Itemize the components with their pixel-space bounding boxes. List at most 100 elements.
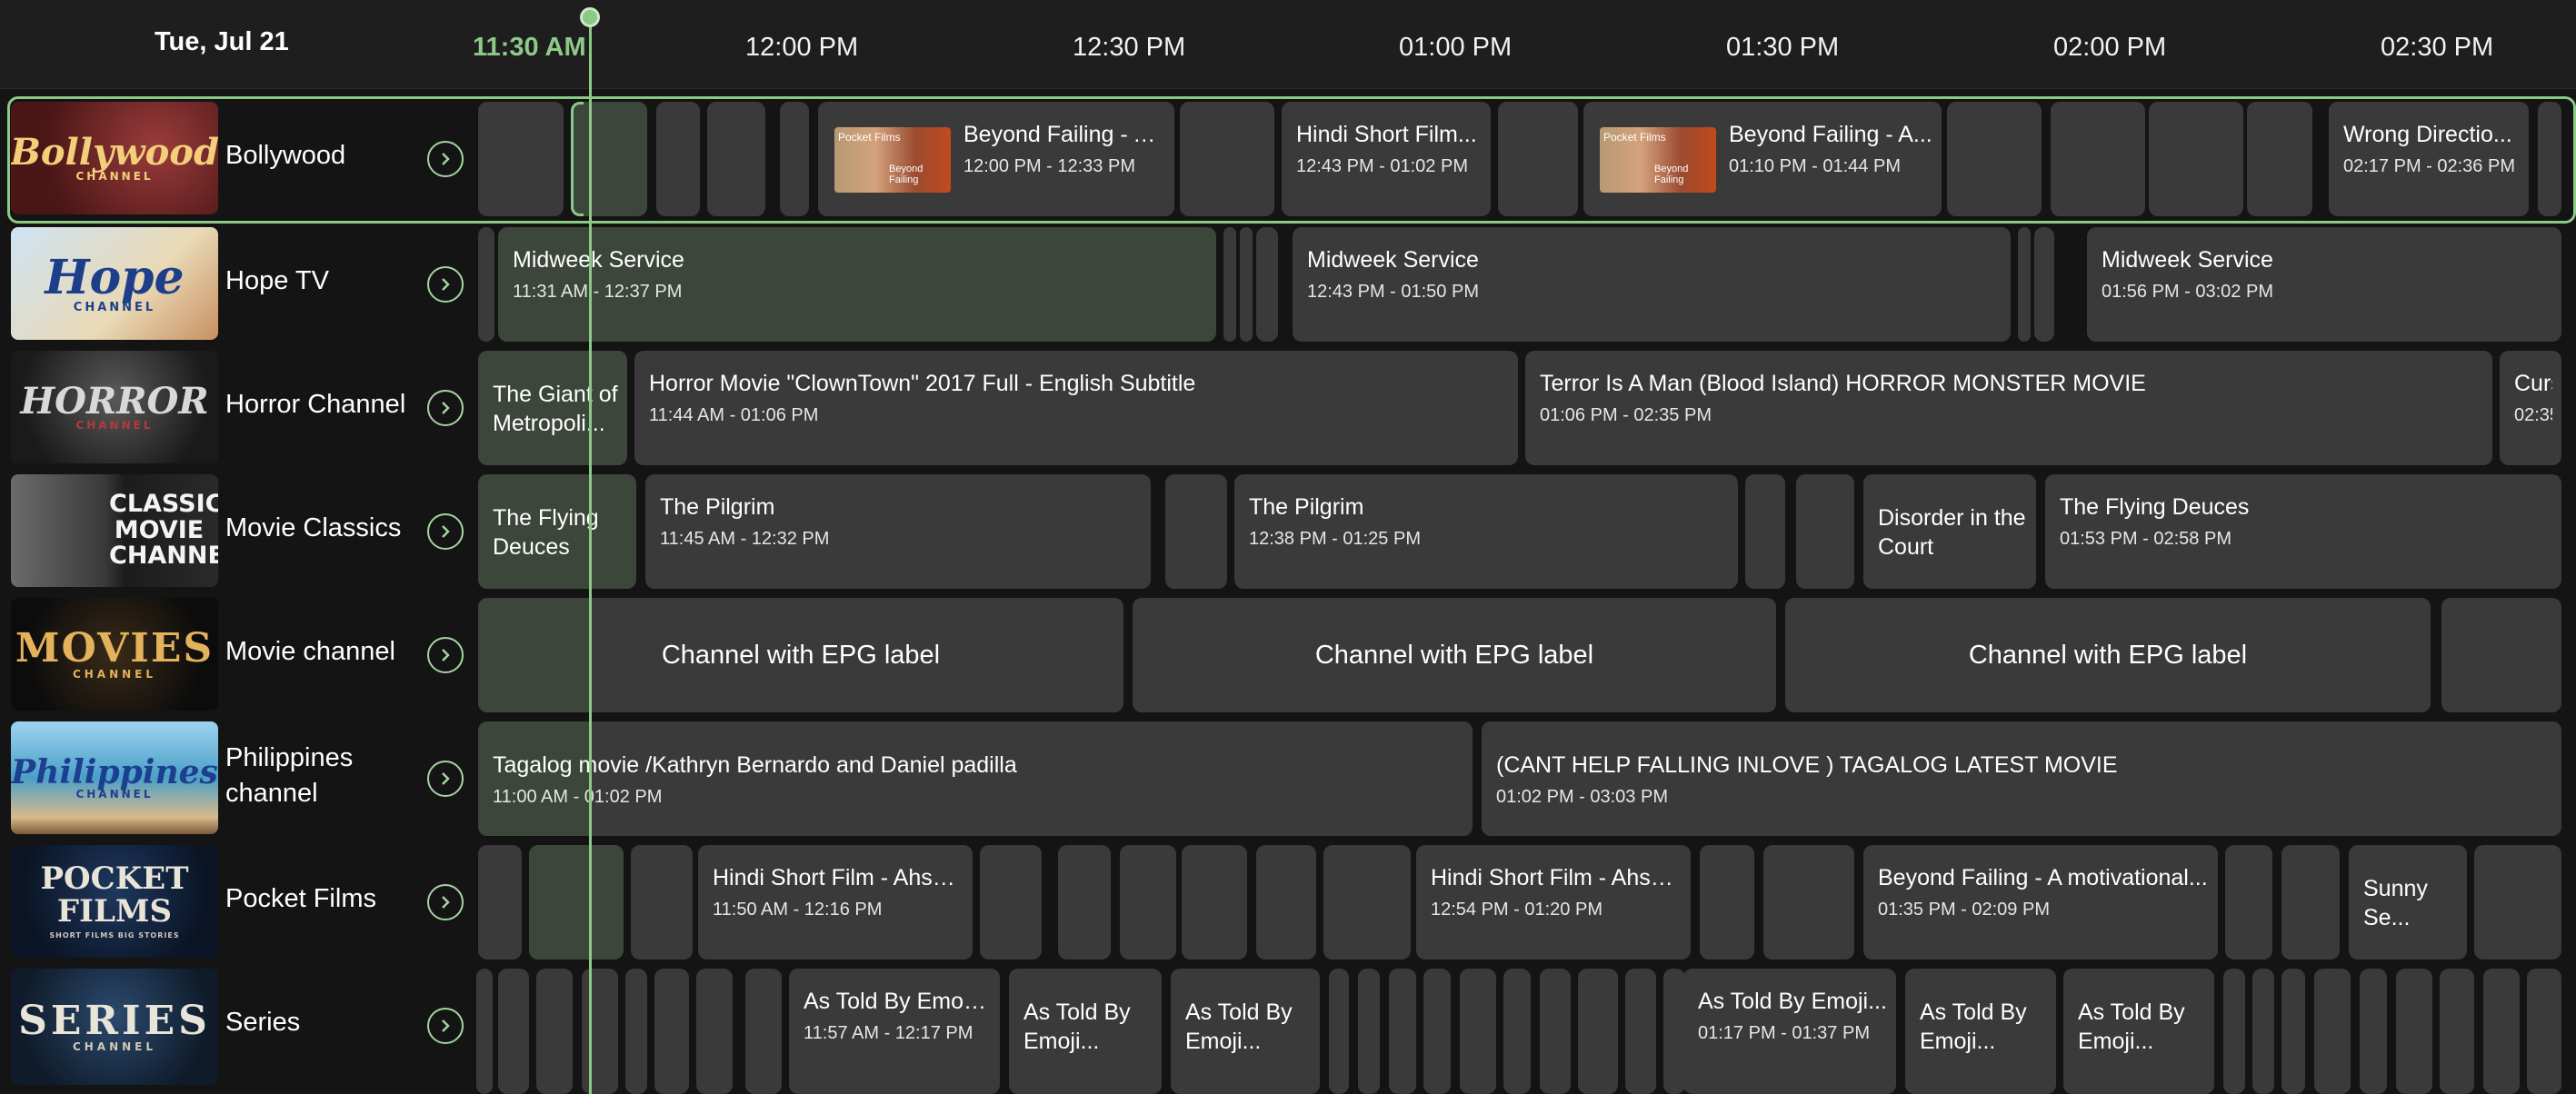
program-cell[interactable]: Disorder in the Court [1863, 474, 2036, 589]
program-cell[interactable]: Beyond Failing - A motivational... 01:35… [1863, 845, 2218, 960]
program-cell[interactable] [2018, 227, 2031, 342]
program-cell[interactable] [2474, 845, 2561, 960]
program-cell[interactable] [1460, 969, 1496, 1094]
program-cell[interactable] [2441, 598, 2561, 712]
chevron-right-icon[interactable] [427, 266, 464, 303]
program-cell[interactable] [1745, 474, 1785, 589]
program-cell[interactable] [2360, 969, 2387, 1094]
program-cell[interactable] [478, 845, 522, 960]
program-cell[interactable] [1329, 969, 1349, 1094]
program-cell[interactable]: The Flying Deuces [478, 474, 636, 589]
program-cell[interactable]: The Pilgrim 12:38 PM - 01:25 PM [1234, 474, 1738, 589]
program-cell[interactable] [1796, 474, 1854, 589]
program-cell[interactable] [536, 969, 573, 1094]
program-cell[interactable] [696, 969, 733, 1094]
program-cell[interactable] [2252, 969, 2274, 1094]
program-cell[interactable] [1358, 969, 1380, 1094]
program-cell[interactable]: Midweek Service 01:56 PM - 03:02 PM [2087, 227, 2561, 342]
program-cell[interactable]: Pocket Films Beyond Failing Beyond Failin… [818, 102, 1174, 216]
program-cell[interactable]: The Giant of Metropoli... [478, 351, 627, 465]
channel-row-hope-tv[interactable]: Hope CHANNEL Hope TV [9, 224, 474, 340]
program-cell[interactable]: Tagalog movie /Kathryn Bernardo and Dani… [478, 721, 1473, 836]
program-cell[interactable] [1223, 227, 1236, 342]
program-cell[interactable] [1947, 102, 2042, 216]
program-cell[interactable]: As Told By Emoji... [1171, 969, 1320, 1094]
program-cell[interactable]: Hindi Short Film... 12:43 PM - 01:02 PM [1282, 102, 1491, 216]
program-cell[interactable] [2396, 969, 2432, 1094]
program-cell[interactable] [1503, 969, 1531, 1094]
chevron-right-icon[interactable] [427, 761, 464, 797]
program-cell[interactable]: As Told By Emoji... [2063, 969, 2214, 1094]
program-cell[interactable] [780, 102, 809, 216]
channel-row-pocket-films[interactable]: POCKET FILMS SHORT FILMS BIG STORIES Pock… [9, 841, 474, 958]
program-cell[interactable] [707, 102, 765, 216]
program-cell[interactable]: Horror Movie "ClownTown" 2017 Full - Eng… [634, 351, 1518, 465]
program-cell[interactable]: The Pilgrim 11:45 AM - 12:32 PM [645, 474, 1151, 589]
program-cell[interactable] [529, 845, 624, 960]
program-cell[interactable] [2225, 845, 2272, 960]
chevron-right-icon[interactable] [427, 884, 464, 920]
program-cell[interactable] [476, 969, 493, 1094]
chevron-right-icon[interactable] [427, 141, 464, 177]
chevron-right-icon[interactable] [427, 390, 464, 426]
program-cell[interactable]: As Told By Emoji... [1009, 969, 1162, 1094]
program-cell[interactable] [2538, 102, 2561, 216]
program-cell[interactable]: Terror Is A Man (Blood Island) HORROR MO… [1525, 351, 2492, 465]
program-cell[interactable] [1323, 845, 1411, 960]
program-cell[interactable] [2247, 102, 2312, 216]
program-cell[interactable]: Hindi Short Film - Ahsa... 12:54 PM - 01… [1416, 845, 1691, 960]
program-cell[interactable]: Midweek Service 11:31 AM - 12:37 PM [498, 227, 1216, 342]
channel-row-horror[interactable]: HORROR CHANNEL Horror Channel [9, 347, 474, 463]
program-cell[interactable] [2223, 969, 2245, 1094]
program-cell[interactable] [656, 102, 700, 216]
program-cell[interactable] [1700, 845, 1754, 960]
program-cell[interactable]: Sunny Se... [2349, 845, 2467, 960]
program-cell[interactable] [582, 969, 618, 1094]
program-cell[interactable] [1763, 845, 1854, 960]
program-cell[interactable] [2483, 969, 2520, 1094]
program-cell[interactable] [1423, 969, 1451, 1094]
program-cell[interactable] [2281, 969, 2305, 1094]
program-cell[interactable] [1389, 969, 1416, 1094]
program-cell[interactable] [1256, 227, 1278, 342]
program-cell[interactable] [625, 969, 647, 1094]
program-cell[interactable]: Channel with EPG label [1785, 598, 2431, 712]
program-cell[interactable]: (CANT HELP FALLING INLOVE ) TAGALOG LATE… [1482, 721, 2561, 836]
program-cell[interactable]: As Told By Emoji... 01:17 PM - 01:37 PM [1683, 969, 1896, 1094]
program-cell[interactable] [478, 227, 494, 342]
program-cell[interactable] [478, 102, 564, 216]
chevron-right-icon[interactable] [427, 637, 464, 673]
program-cell[interactable] [2440, 969, 2474, 1094]
program-cell[interactable] [1625, 969, 1656, 1094]
program-cell[interactable] [1165, 474, 1227, 589]
program-cell[interactable] [1663, 969, 1685, 1094]
channel-row-philippines[interactable]: Philippines CHANNEL Philippines channel [9, 718, 474, 834]
program-cell[interactable]: Channel with EPG label [478, 598, 1123, 712]
chevron-right-icon[interactable] [427, 1008, 464, 1044]
program-cell[interactable] [1058, 845, 1111, 960]
program-cell[interactable]: Curse 02:35 [2500, 351, 2561, 465]
program-cell[interactable] [2051, 102, 2145, 216]
program-cell[interactable] [654, 969, 689, 1094]
channel-row-bollywood[interactable]: Bollywood CHANNEL Bollywood [9, 98, 474, 214]
program-cell[interactable] [1578, 969, 1618, 1094]
program-cell[interactable] [1540, 969, 1571, 1094]
program-cell[interactable] [2034, 227, 2054, 342]
chevron-right-icon[interactable] [427, 513, 464, 550]
program-cell[interactable]: Wrong Directio... 02:17 PM - 02:36 PM [2329, 102, 2529, 216]
program-cell[interactable]: As Told By Emoji... 11:57 AM - 12:17 PM [789, 969, 1000, 1094]
program-cell[interactable] [2314, 969, 2351, 1094]
program-cell[interactable] [1180, 102, 1274, 216]
program-cell[interactable] [2149, 102, 2243, 216]
program-cell[interactable] [980, 845, 1042, 960]
program-cell[interactable]: Hindi Short Film - Ahsa... 11:50 AM - 12… [698, 845, 973, 960]
program-cell[interactable] [1240, 227, 1253, 342]
program-cell[interactable]: As Told By Emoji... [1905, 969, 2056, 1094]
program-cell[interactable] [498, 969, 529, 1094]
program-cell[interactable]: Channel with EPG label [1133, 598, 1776, 712]
program-cell[interactable] [1120, 845, 1176, 960]
channel-row-movie-classics[interactable]: CLASSIC MOVIE CHANNEL Movie Classics [9, 471, 474, 587]
program-cell[interactable] [745, 969, 782, 1094]
channel-row-movie-channel[interactable]: MOVIES CHANNEL Movie channel [9, 594, 474, 711]
program-cell[interactable]: Pocket Films Beyond Failing Beyond Failin… [1583, 102, 1942, 216]
